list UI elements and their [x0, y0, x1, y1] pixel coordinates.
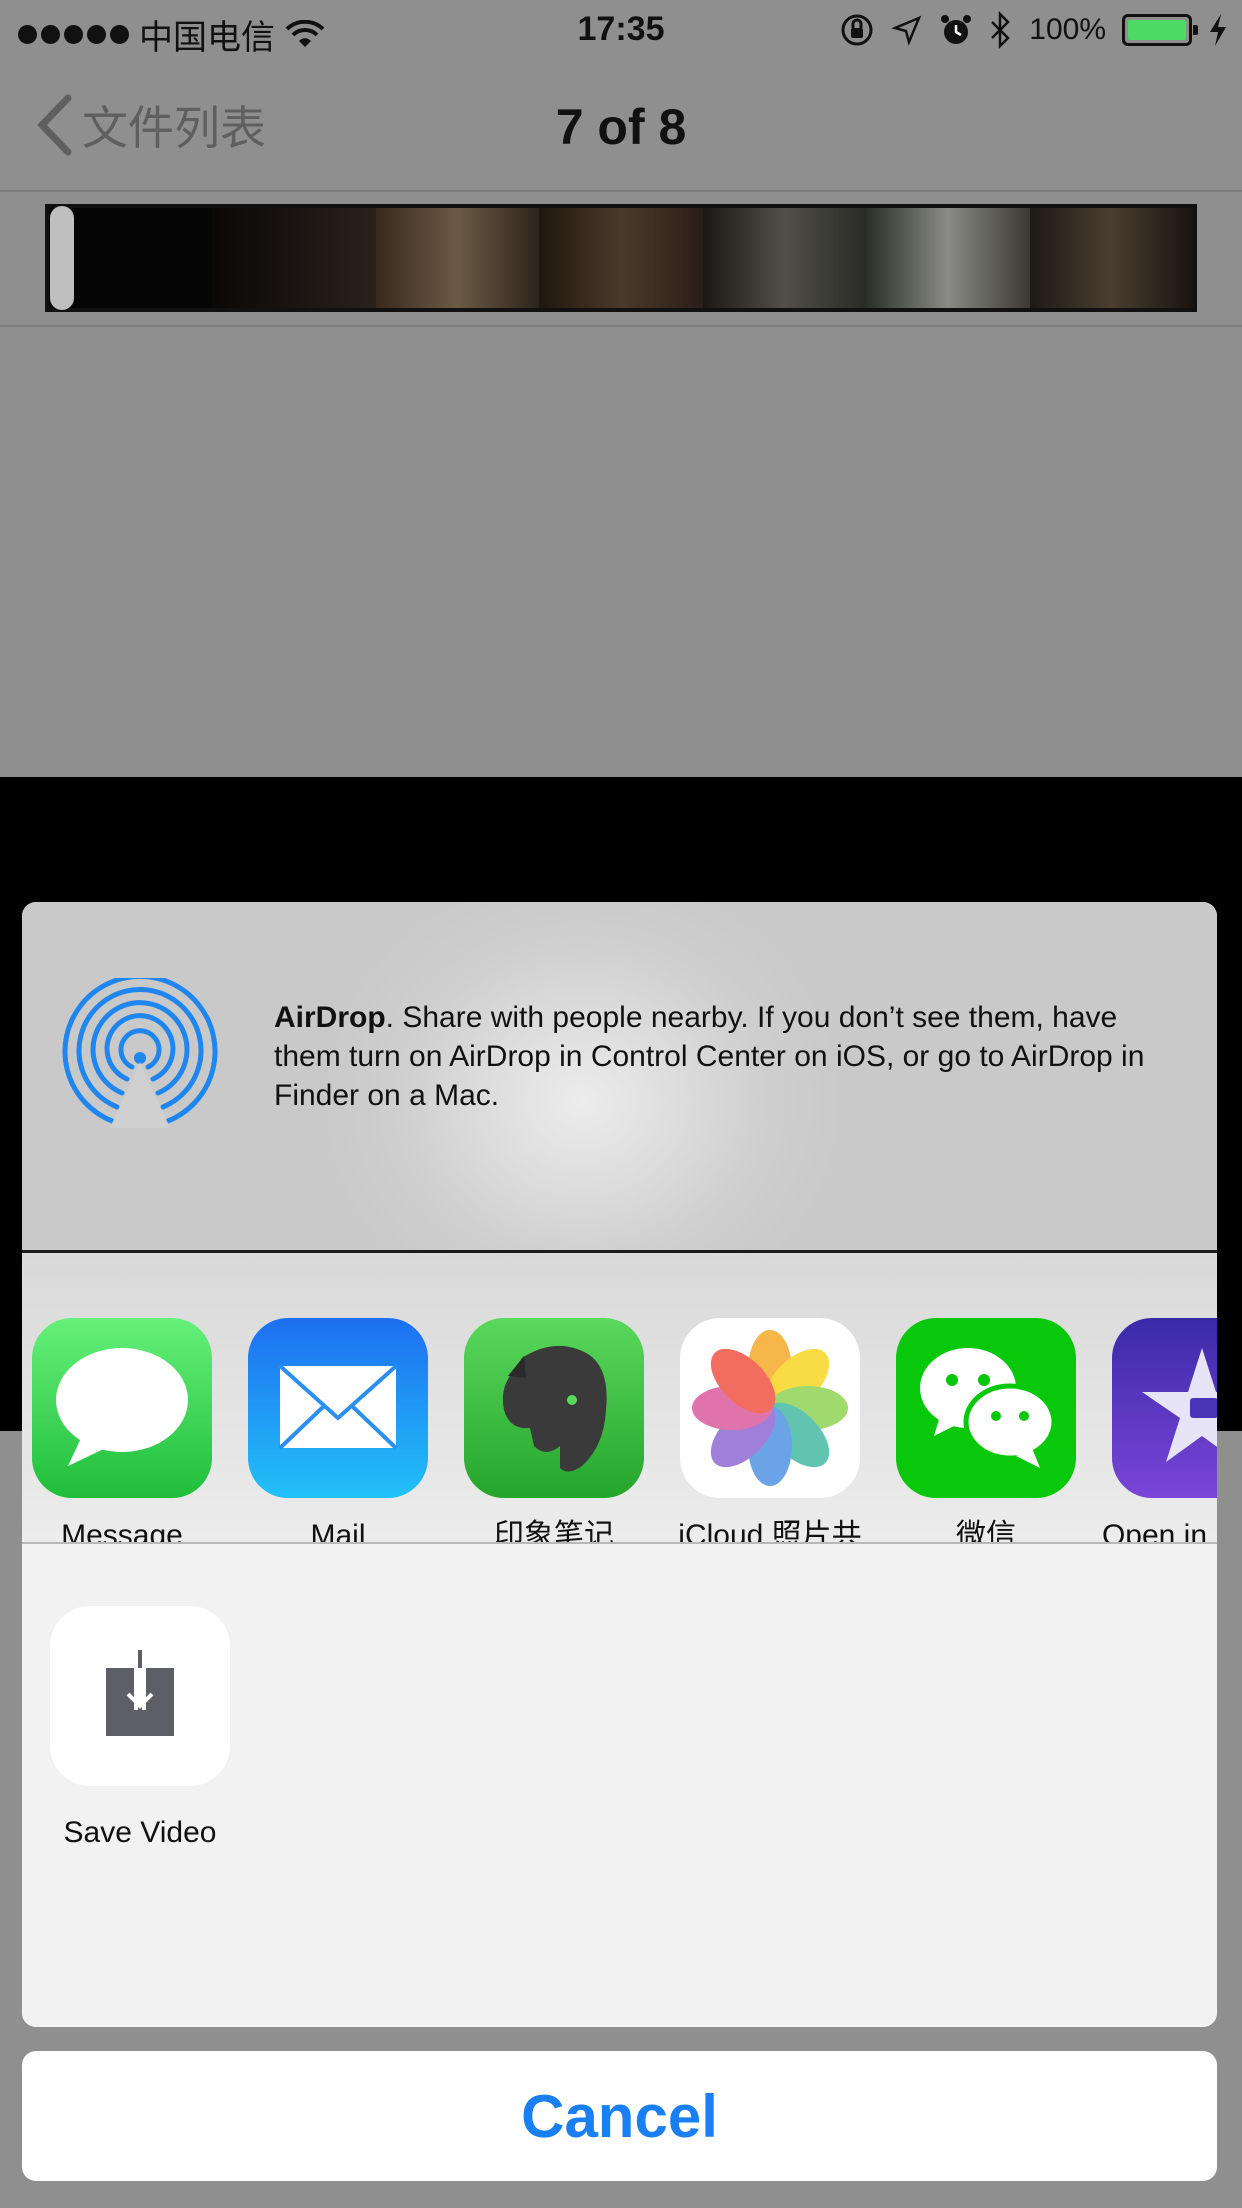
save-video-label: Save Video — [63, 1816, 217, 1849]
save-video-button[interactable]: Save Video — [50, 1606, 230, 1850]
airdrop-title: AirDrop — [274, 1001, 386, 1034]
cancel-button[interactable]: Cancel — [22, 2051, 1217, 2181]
airdrop-help-text: . Share with people nearby. If you don’t… — [274, 1001, 1145, 1112]
airdrop-icon — [62, 978, 218, 1128]
page-title: 7 of 8 — [555, 99, 687, 155]
status-bar: 中国电信 17:35 100% — [0, 0, 1242, 60]
share-app-label: Open in iMovie — [1101, 1519, 1217, 1544]
imovie-icon — [1112, 1318, 1217, 1498]
share-app-imovie[interactable]: Open in iMovie — [1094, 1318, 1217, 1544]
save-video-icon — [50, 1606, 230, 1786]
photos-icon — [680, 1318, 860, 1498]
location-icon — [891, 15, 922, 46]
battery-percent: 100% — [1029, 13, 1106, 46]
share-app-label: iCloud 照片共享 — [678, 1519, 862, 1544]
navigation-bar: 文件列表 7 of 8 — [0, 60, 1242, 192]
share-app-evernote[interactable]: 印象笔记 — [446, 1318, 662, 1544]
bluetooth-icon — [991, 11, 1011, 49]
battery-icon — [1122, 14, 1198, 46]
scrubber-handle[interactable] — [50, 206, 74, 310]
share-sheet: AirDrop. Share with people nearby. If yo… — [22, 902, 1217, 2027]
share-app-message[interactable]: Message — [22, 1318, 230, 1544]
charging-icon — [1210, 14, 1226, 46]
airdrop-section: AirDrop. Share with people nearby. If yo… — [22, 902, 1217, 1253]
video-scrubber[interactable] — [0, 192, 1242, 327]
share-app-label: Message — [61, 1519, 183, 1544]
share-app-mail[interactable]: Mail — [230, 1318, 446, 1544]
filmstrip-thumbnails — [45, 204, 1197, 312]
orientation-lock-icon — [841, 14, 873, 46]
mail-icon — [248, 1318, 428, 1498]
airdrop-description: AirDrop. Share with people nearby. If yo… — [274, 998, 1174, 1115]
share-app-icloud-photos[interactable]: iCloud 照片共享 — [662, 1318, 878, 1544]
evernote-icon — [464, 1318, 644, 1498]
share-app-label: Mail — [310, 1519, 366, 1544]
share-actions-row[interactable]: Save Video — [22, 1546, 1217, 2027]
share-app-label: 微信 — [956, 1519, 1016, 1544]
share-app-label: 印象笔记 — [494, 1519, 614, 1544]
share-apps-row[interactable]: Message Mail 印象笔记 iCloud 照片共 微信 Open in — [22, 1253, 1217, 1544]
messages-icon — [32, 1318, 212, 1498]
wechat-icon — [896, 1318, 1076, 1498]
alarm-icon — [941, 15, 972, 44]
share-app-wechat[interactable]: 微信 — [878, 1318, 1094, 1544]
